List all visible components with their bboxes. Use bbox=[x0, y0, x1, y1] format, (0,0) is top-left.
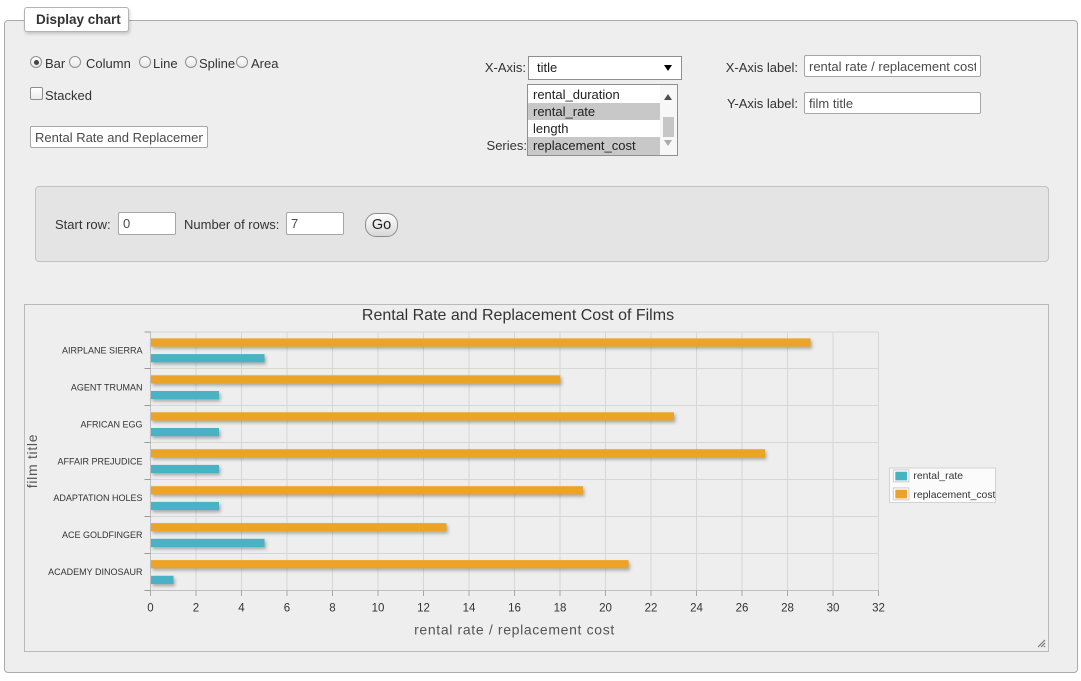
svg-text:AFRICAN EGG: AFRICAN EGG bbox=[80, 419, 142, 429]
svg-text:0: 0 bbox=[147, 602, 153, 614]
svg-text:30: 30 bbox=[827, 602, 840, 614]
svg-text:4: 4 bbox=[238, 602, 245, 614]
svg-text:14: 14 bbox=[463, 602, 476, 614]
svg-text:32: 32 bbox=[872, 602, 885, 614]
svg-text:film title: film title bbox=[25, 434, 40, 488]
svg-text:16: 16 bbox=[508, 602, 521, 614]
svg-text:replacement_cost: replacement_cost bbox=[913, 490, 995, 501]
svg-text:24: 24 bbox=[690, 602, 703, 614]
svg-text:20: 20 bbox=[599, 602, 612, 614]
svg-text:26: 26 bbox=[736, 602, 749, 614]
svg-text:AGENT TRUMAN: AGENT TRUMAN bbox=[71, 382, 143, 392]
svg-text:Rental Rate and Replacement Co: Rental Rate and Replacement Cost of Film… bbox=[362, 307, 674, 324]
svg-text:AFFAIR PREJUDICE: AFFAIR PREJUDICE bbox=[57, 456, 142, 466]
svg-text:12: 12 bbox=[417, 602, 430, 614]
svg-text:10: 10 bbox=[372, 602, 385, 614]
svg-text:6: 6 bbox=[284, 602, 290, 614]
svg-text:8: 8 bbox=[329, 602, 335, 614]
svg-text:18: 18 bbox=[554, 602, 567, 614]
svg-text:ACE GOLDFINGER: ACE GOLDFINGER bbox=[62, 530, 143, 540]
svg-text:22: 22 bbox=[645, 602, 658, 614]
svg-text:rental rate / replacement cost: rental rate / replacement cost bbox=[414, 622, 615, 638]
svg-text:ADAPTATION HOLES: ADAPTATION HOLES bbox=[53, 493, 142, 503]
svg-text:AIRPLANE SIERRA: AIRPLANE SIERRA bbox=[62, 346, 143, 356]
svg-text:2: 2 bbox=[193, 602, 199, 614]
svg-text:rental_rate: rental_rate bbox=[913, 471, 963, 482]
svg-text:ACADEMY DINOSAUR: ACADEMY DINOSAUR bbox=[48, 567, 143, 577]
svg-text:28: 28 bbox=[781, 602, 794, 614]
